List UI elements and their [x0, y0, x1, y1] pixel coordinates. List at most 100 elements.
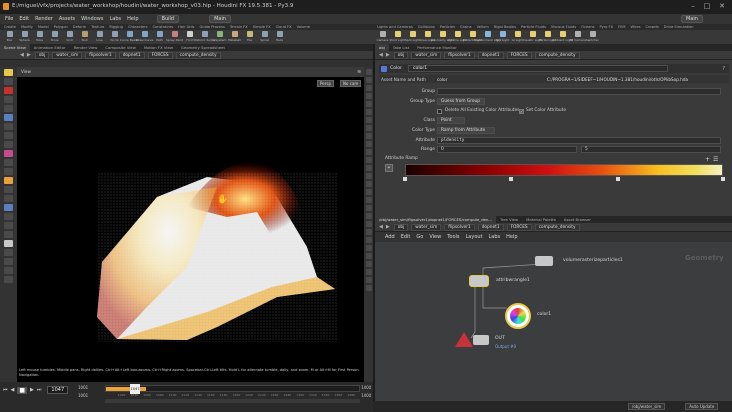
display-option-button[interactable]	[365, 173, 372, 179]
net-menu-view[interactable]: View	[429, 234, 441, 240]
shelf-tab-viscous-fluids[interactable]: Viscous Fluids	[551, 25, 576, 29]
display-option-button[interactable]	[365, 277, 372, 283]
path-crumb-water-sim[interactable]: water_sim	[411, 223, 442, 231]
tab-obj[interactable]: obj	[375, 44, 389, 51]
attribwrangle-node[interactable]	[470, 276, 488, 286]
shelf-tab-modify[interactable]: Modify	[21, 25, 33, 29]
color-type-select[interactable]: Ramp from Attribute	[437, 127, 495, 134]
shelf-tab-grains[interactable]: Grains	[460, 25, 472, 29]
auto-update-menu[interactable]: Auto Update	[685, 403, 719, 410]
path-tab-forces[interactable]: FORCES	[147, 51, 173, 59]
shelf-tab-oceans[interactable]: Oceans	[581, 25, 594, 29]
path-tab-forces[interactable]: FORCES	[506, 51, 532, 59]
path-tab-flipsolver[interactable]: flipsolver1	[444, 223, 475, 231]
path-tab-compute-density[interactable]: compute_density	[175, 51, 221, 59]
net-menu-layout[interactable]: Layout	[466, 234, 483, 240]
shelf-tool-line[interactable]: Line	[92, 30, 107, 44]
forward-arrow-icon[interactable]: ▶	[386, 224, 390, 230]
viewport-tool-button[interactable]	[4, 141, 13, 148]
tab-animation-editor[interactable]: Animation Editor	[30, 44, 70, 51]
menu-labs[interactable]: Labs	[109, 16, 121, 22]
shelf-tab-hair-utils[interactable]: Hair Utils	[178, 25, 194, 29]
group-type-select[interactable]: Guess from Group	[437, 98, 485, 105]
viewport-options-icon[interactable]: ☰	[357, 69, 361, 74]
path-crumb-obj[interactable]: obj	[34, 51, 50, 59]
display-option-button[interactable]	[365, 101, 372, 107]
viewport-tool-button[interactable]	[4, 276, 13, 283]
viewport-tool-button[interactable]	[4, 204, 13, 211]
shelf-tab-terrain-fx[interactable]: Terrain FX	[230, 25, 248, 29]
viewport-tool-button[interactable]	[4, 87, 13, 94]
timeline-track[interactable]: 1047	[105, 384, 360, 394]
shelf-tool-box[interactable]: Box	[2, 30, 17, 44]
menu-edit[interactable]: Edit	[19, 16, 29, 22]
display-option-button[interactable]	[365, 141, 372, 147]
shelf-tab-fem[interactable]: FEM	[618, 25, 625, 29]
out-node[interactable]	[473, 335, 489, 345]
end-frame[interactable]: 1400	[361, 385, 371, 390]
shelf-tool-sky-light[interactable]: Sky Light	[495, 30, 510, 44]
shelf-tab-texture[interactable]: Texture	[91, 25, 104, 29]
path-crumb-water-sim[interactable]: water_sim	[411, 51, 442, 59]
camera-menu[interactable]: No cam	[340, 80, 362, 87]
ramp-key-3[interactable]	[721, 177, 725, 181]
display-option-button[interactable]	[365, 117, 372, 123]
tab-motion-fx-view[interactable]: Motion FX View	[140, 44, 177, 51]
jump-start-icon[interactable]: ⏮	[3, 387, 8, 393]
shelf-tab-cloud-fx[interactable]: Cloud FX	[276, 25, 292, 29]
display-option-button[interactable]	[365, 245, 372, 251]
viewport-tool-button[interactable]	[4, 195, 13, 202]
shelf-tab-characters[interactable]: Characters	[128, 25, 148, 29]
stop-icon[interactable]: ■	[17, 386, 28, 394]
display-option-button[interactable]	[365, 189, 372, 195]
net-menu-go[interactable]: Go	[416, 234, 423, 240]
viewport-tool-button[interactable]	[4, 123, 13, 130]
shelf-tool-torus[interactable]: Torus	[47, 30, 62, 44]
shelf-tool-metaball[interactable]: Metaball	[227, 30, 242, 44]
shelf-tool-spray-paint[interactable]: Spray Paint	[166, 30, 183, 44]
end-frame-2[interactable]: 1400	[361, 393, 371, 398]
shelf-tool-caustic-light[interactable]: Caustic Light	[523, 30, 542, 44]
net-menu-labs[interactable]: Labs	[489, 234, 501, 240]
forward-arrow-icon[interactable]: ▶	[386, 52, 390, 58]
shelf-tool-vr-camera[interactable]: VR Camera	[569, 30, 586, 44]
viewport-tool-button[interactable]	[4, 267, 13, 274]
range-slider[interactable]	[105, 399, 360, 403]
menu-windows[interactable]: Windows	[81, 16, 103, 22]
node-name-field[interactable]: color1	[408, 65, 668, 72]
ramp-dot-icon[interactable]: •	[385, 164, 393, 172]
status-path[interactable]: /obj/water_sim	[628, 403, 666, 410]
shelf-tool-path[interactable]: Path	[152, 30, 167, 44]
viewport-3d[interactable]: ✋ Persp No cam Left mouse tumbles. Middl…	[17, 77, 364, 382]
start-frame[interactable]: 1001	[78, 385, 90, 390]
display-option-button[interactable]	[365, 229, 372, 235]
path-crumb-water-sim[interactable]: water_sim	[52, 51, 83, 59]
minimize-icon[interactable]: –	[688, 2, 698, 11]
ramp-key-2[interactable]	[616, 177, 620, 181]
shelf-tab-crowds[interactable]: Crowds	[646, 25, 659, 29]
tab-material-palette[interactable]: Material Palette	[522, 216, 560, 223]
ramp-key-0[interactable]	[403, 177, 407, 181]
shelf-tab-collisions[interactable]: Collisions	[418, 25, 435, 29]
tab-take-list[interactable]: Take List	[389, 44, 413, 51]
menu-help[interactable]: Help	[127, 16, 138, 22]
shelf-tool-null[interactable]: Null	[77, 30, 92, 44]
shelf-tool-grid[interactable]: Grid	[62, 30, 77, 44]
path-tab-compute-density[interactable]: compute_density	[534, 223, 580, 231]
tab-network-path[interactable]: /obj/water_sim/flipsolver1/dopnet1/FORCE…	[375, 216, 496, 223]
viewport-tool-button[interactable]	[4, 150, 13, 157]
path-tab-dopnet[interactable]: dopnet1	[477, 223, 504, 231]
shelf-tool-file[interactable]: File	[242, 30, 257, 44]
viewport-tool-button[interactable]	[4, 177, 13, 184]
viewport-tool-button[interactable]	[4, 168, 13, 175]
group-field[interactable]	[437, 88, 721, 95]
viewport-tool-button[interactable]	[4, 105, 13, 112]
shelf-tab-polygon[interactable]: Polygon	[54, 25, 68, 29]
shelf-tab-wires[interactable]: Wires	[631, 25, 641, 29]
display-option-button[interactable]	[365, 269, 372, 275]
set-color-checkbox[interactable]: ✓	[519, 109, 524, 114]
shelf-tab-simple-fx[interactable]: Simple FX	[253, 25, 271, 29]
display-option-button[interactable]	[365, 213, 372, 219]
path-tab-dopnet[interactable]: dopnet1	[477, 51, 504, 59]
shelf-tab-rigging[interactable]: Rigging	[109, 25, 123, 29]
